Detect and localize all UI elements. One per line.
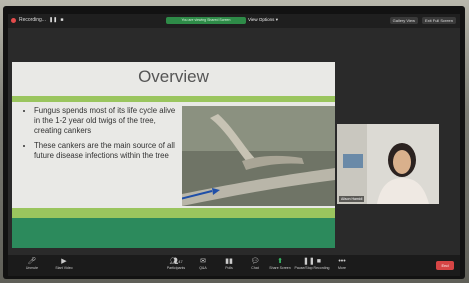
slide-footer-light — [12, 208, 335, 218]
video-camera-icon: ▶ — [61, 258, 67, 265]
topbar-right-controls: Gallery View Exit Full Screen — [389, 17, 456, 24]
gallery-view-button[interactable]: Gallery View — [389, 17, 418, 24]
more-label: More — [338, 266, 346, 270]
slide-bullet: These cankers are the main source of all… — [34, 141, 181, 161]
view-options-button[interactable]: View Options ▾ — [248, 17, 278, 23]
view-options-label: View Options — [248, 17, 275, 22]
zoom-window: Recording... ❚❚ ■ You are viewing Shared… — [8, 14, 460, 276]
share-screen-button[interactable]: ⬆ Share Screen — [262, 257, 298, 271]
unmute-label: Unmute — [25, 266, 39, 270]
start-video-label: Start Video — [55, 266, 73, 270]
start-video-button[interactable]: ▶ Start Video — [46, 257, 82, 271]
unmute-button[interactable]: 🎤︎ Unmute — [14, 257, 50, 271]
participants-count: 47 — [178, 259, 183, 264]
share-screen-label: Share Screen — [269, 266, 291, 270]
microphone-muted-icon: 🎤︎ — [27, 258, 37, 265]
slide-title: Overview — [138, 67, 209, 86]
exit-fullscreen-button[interactable]: Exit Full Screen — [421, 17, 456, 24]
participant-avatar — [337, 124, 439, 204]
twig-canker-photo — [182, 106, 335, 206]
more-icon: ••• — [338, 258, 346, 265]
slide-bullet: Fungus spends most of its life cycle ali… — [34, 106, 181, 136]
pause-icon[interactable]: ❚❚ — [49, 17, 57, 23]
meeting-topbar: Recording... ❚❚ ■ You are viewing Shared… — [8, 14, 460, 28]
shared-slide: Overview Fungus spends most of its life … — [12, 62, 335, 248]
participant-video[interactable]: Alison Hamidi — [337, 124, 439, 204]
sharing-banner: You are viewing Shared Screen — [166, 17, 246, 24]
participant-name: Alison Hamidi — [339, 196, 365, 202]
slide-bullets: Fungus spends most of its life cycle ali… — [26, 106, 181, 166]
slide-footer-dark — [12, 218, 335, 248]
record-dot-icon — [11, 17, 16, 23]
end-meeting-button[interactable]: End — [436, 261, 454, 270]
recording-indicator[interactable]: Recording... ❚❚ ■ — [11, 17, 63, 23]
recording-label: Recording... — [19, 17, 46, 23]
stop-icon[interactable]: ■ — [60, 17, 63, 23]
slide-accent-bar — [12, 96, 335, 102]
share-screen-icon: ⬆ — [277, 258, 283, 265]
more-button[interactable]: ••• More — [324, 257, 360, 271]
meeting-toolbar: 🎤︎ Unmute ▶ Start Video 👥︎47 Participant… — [8, 255, 460, 276]
